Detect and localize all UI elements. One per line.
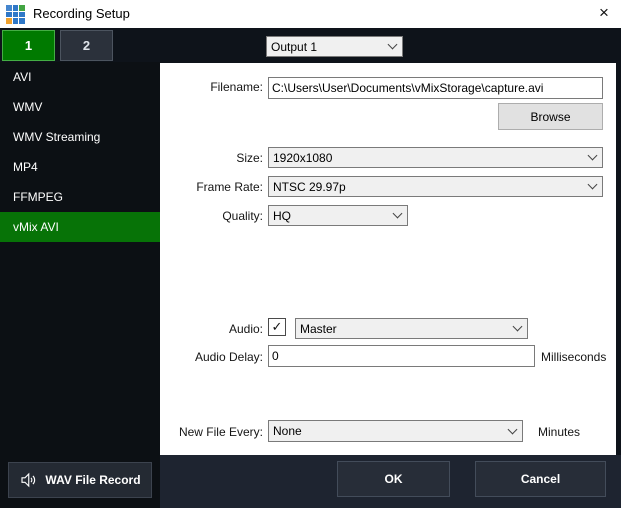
sidebar-item-mp4[interactable]: MP4	[0, 152, 160, 182]
titlebar: Recording Setup ×	[0, 0, 621, 28]
sidebar-item-vmix-avi[interactable]: vMix AVI	[0, 212, 160, 242]
size-label: Size:	[236, 151, 263, 165]
close-icon[interactable]: ×	[593, 2, 615, 24]
check-icon: ✓	[271, 319, 283, 334]
sidebar-item-avi[interactable]: AVI	[0, 62, 160, 92]
chevron-down-icon	[387, 39, 398, 50]
wav-file-record-button[interactable]: WAV File Record	[8, 462, 152, 498]
audio-bus-select-value: Master	[300, 321, 337, 336]
new-file-every-select[interactable]: None	[268, 420, 523, 442]
chevron-down-icon	[507, 424, 518, 434]
audio-delay-input[interactable]	[268, 345, 535, 367]
size-select[interactable]: 1920x1080	[268, 147, 603, 168]
minutes-label: Minutes	[538, 425, 581, 439]
frame-rate-select[interactable]: NTSC 29.97p	[268, 176, 603, 197]
browse-button[interactable]: Browse	[498, 103, 603, 130]
vmix-logo-icon	[6, 5, 25, 24]
milliseconds-label: Milliseconds	[541, 350, 607, 364]
new-file-every-label: New File Every:	[178, 425, 263, 439]
quality-select[interactable]: HQ	[268, 205, 408, 226]
sidebar: AVI WMV WMV Streaming MP4 FFMPEG vMix AV…	[0, 62, 160, 508]
output-select-value: Output 1	[271, 39, 318, 54]
quality-label: Quality:	[222, 209, 263, 223]
size-select-value: 1920x1080	[273, 150, 333, 165]
audio-label: Audio:	[228, 322, 263, 336]
recording-setup-dialog: Recording Setup × 1 2 Output 1 AVI WMV W…	[0, 0, 621, 508]
filename-label: Filename:	[210, 80, 263, 94]
settings-panel: Filename: Browse Size: 1920x1080 Frame R…	[160, 63, 616, 455]
tab-output-1[interactable]: 1	[2, 30, 55, 61]
ok-button[interactable]: OK	[337, 461, 450, 497]
wav-file-record-label: WAV File Record	[45, 473, 141, 487]
audio-checkbox[interactable]: ✓	[268, 318, 286, 336]
quality-select-value: HQ	[273, 208, 291, 223]
sidebar-item-wmv-streaming[interactable]: WMV Streaming	[0, 122, 160, 152]
new-file-every-select-value: None	[273, 424, 302, 438]
cancel-button[interactable]: Cancel	[475, 461, 606, 497]
filename-input[interactable]	[268, 77, 603, 99]
sidebar-item-ffmpeg[interactable]: FFMPEG	[0, 182, 160, 212]
chevron-down-icon	[392, 208, 403, 219]
chevron-down-icon	[587, 150, 598, 161]
tab-output-2[interactable]: 2	[60, 30, 113, 61]
frame-rate-select-value: NTSC 29.97p	[273, 179, 346, 194]
chevron-down-icon	[512, 321, 523, 332]
sidebar-item-wmv[interactable]: WMV	[0, 92, 160, 122]
audio-bus-select[interactable]: Master	[295, 318, 528, 339]
output-select[interactable]: Output 1	[266, 36, 403, 57]
speaker-icon	[19, 471, 37, 489]
frame-rate-label: Frame Rate:	[196, 180, 263, 194]
window-title: Recording Setup	[33, 6, 130, 21]
chevron-down-icon	[587, 179, 598, 190]
audio-delay-label: Audio Delay:	[194, 350, 263, 364]
